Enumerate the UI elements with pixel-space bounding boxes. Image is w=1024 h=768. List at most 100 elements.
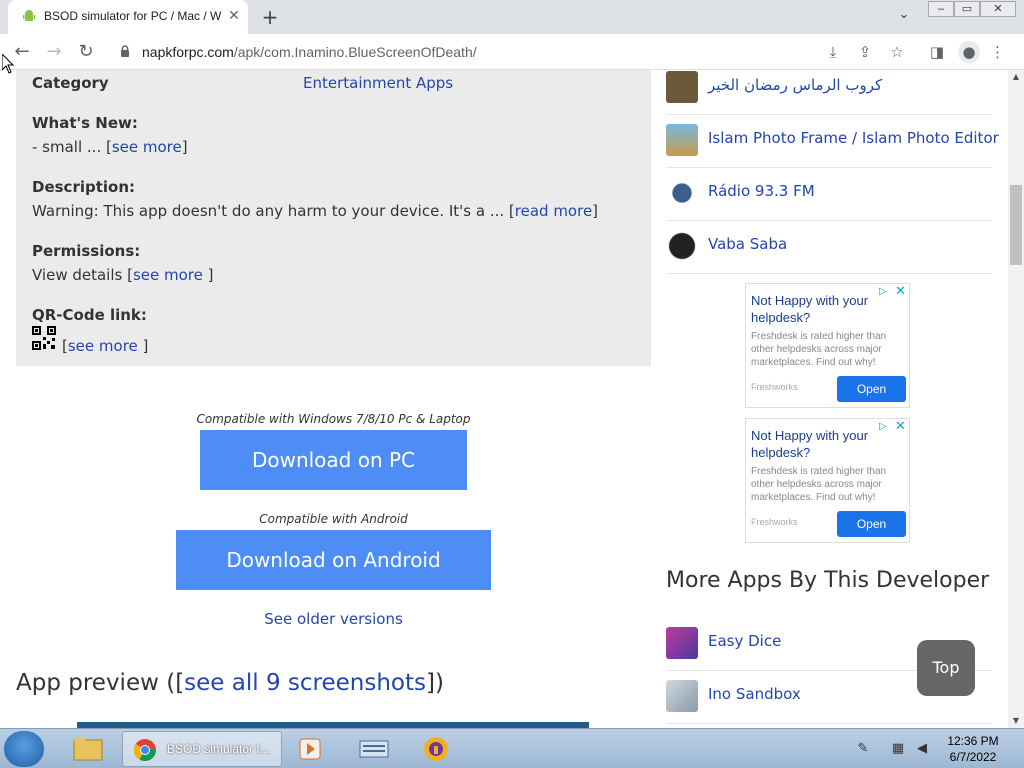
more-apps-heading: More Apps By This Developer <box>666 568 990 593</box>
related-app-name: Vaba Saba <box>708 235 788 253</box>
address-bar[interactable]: napkforpc.com/apk/com.Inamino.BlueScreen… <box>110 39 880 65</box>
ad-brand: Freshworks <box>751 382 798 392</box>
page-scrollbar[interactable]: ▲ ▼ <box>1008 70 1024 728</box>
whatsnew-see-more-link[interactable]: see more <box>112 138 182 156</box>
related-app-item[interactable]: كروب الرماس رمضان الخير <box>666 70 992 115</box>
close-window-button[interactable]: ✕ <box>980 1 1016 17</box>
ramadan-icon <box>666 71 698 103</box>
share-icon[interactable]: ⇪ <box>854 41 876 63</box>
sandbox-icon <box>666 680 698 712</box>
ad-headline: Not Happy with your helpdesk? <box>751 293 869 325</box>
forward-icon[interactable]: → <box>42 40 66 64</box>
ad-banner[interactable]: ▷ ✕ Not Happy with your helpdesk? Freshd… <box>745 283 910 408</box>
windows-taskbar: BSOD simulator f... ✎ ▦ ◀ 12:36 PM 6/7/2… <box>0 728 1024 768</box>
taskbar-clock[interactable]: 12:36 PM 6/7/2022 <box>940 733 1006 765</box>
android-compat-note: Compatible with Android <box>259 512 408 526</box>
qr-text: [see more ] <box>62 337 148 355</box>
reload-icon[interactable]: ↻ <box>74 40 98 64</box>
download-pc-button[interactable]: Download on PC <box>200 430 467 490</box>
scroll-up-icon[interactable]: ▲ <box>1008 70 1024 84</box>
permissions-see-more-link[interactable]: see more <box>133 266 208 284</box>
description-prefix: Warning: This app doesn't do any harm to… <box>32 202 515 220</box>
see-all-screenshots-link[interactable]: see all 9 screenshots <box>184 670 426 696</box>
maximize-button[interactable]: ▭ <box>954 1 980 17</box>
ad-open-button[interactable]: Open <box>837 511 906 537</box>
whatsnew-label: What's New: <box>32 114 138 132</box>
url-host: napkforpc.com <box>142 44 234 60</box>
whatsnew-text: - small ... [see more] <box>32 138 188 156</box>
browser-toolbar: ← → ↻ napkforpc.com/apk/com.Inamino.Blue… <box>0 34 1024 70</box>
scroll-top-button[interactable]: Top <box>917 640 975 696</box>
install-icon[interactable]: ⤓ <box>822 41 844 63</box>
start-button[interactable] <box>4 731 44 767</box>
mosque-icon <box>666 124 698 156</box>
category-link[interactable]: Entertainment Apps <box>303 74 453 92</box>
url-text: napkforpc.com/apk/com.Inamino.BlueScreen… <box>142 44 477 60</box>
ad-brand: Freshworks <box>751 517 798 527</box>
ad-body: Freshdesk is rated higher than other hel… <box>751 331 887 368</box>
qr-see-more-link[interactable]: see more <box>68 337 143 355</box>
security-app-icon[interactable] <box>414 731 458 767</box>
developer-app-name: Easy Dice <box>708 632 782 650</box>
related-app-name: Islam Photo Frame / Islam Photo Editor <box>708 129 999 147</box>
permissions-prefix: View details [ <box>32 266 133 284</box>
description-suffix: ] <box>592 202 599 220</box>
qr-label: QR-Code link: <box>32 306 147 324</box>
action-center-icon[interactable]: ✎ <box>848 741 878 757</box>
close-tab-icon[interactable]: ✕ <box>226 8 242 24</box>
permissions-text: View details [see more ] <box>32 266 214 284</box>
url-path: /apk/com.Inamino.BlueScreenOfDeath/ <box>233 44 477 60</box>
bookmark-star-icon[interactable]: ☆ <box>886 41 908 63</box>
qr-code-icon <box>32 326 56 350</box>
app-preview-heading: App preview ([see all 9 screenshots]) <box>16 670 444 696</box>
category-label: Category <box>32 74 109 92</box>
whatsnew-prefix: - small ... [ <box>32 138 112 156</box>
pc-compat-note: Compatible with Windows 7/8/10 Pc & Lapt… <box>196 412 471 426</box>
clock-time: 12:36 PM <box>947 734 999 748</box>
qr-suffix: ] <box>142 337 149 355</box>
scroll-down-icon[interactable]: ▼ <box>1008 714 1024 728</box>
minimize-button[interactable]: ‒ <box>928 1 954 17</box>
ad-open-button[interactable]: Open <box>837 376 906 402</box>
side-panel-icon[interactable]: ◨ <box>926 41 948 63</box>
scroll-thumb[interactable] <box>1010 185 1022 265</box>
chrome-icon <box>134 739 156 761</box>
ad-body: Freshdesk is rated higher than other hel… <box>751 466 887 503</box>
developer-app-name: Ino Sandbox <box>708 685 801 703</box>
ad-close-icon[interactable]: ✕ <box>895 419 906 434</box>
radio-icon <box>666 177 698 209</box>
browser-titlebar: BSOD simulator for PC / Mac / W ✕ + ⌄ ‒ … <box>0 0 1024 34</box>
android-icon <box>23 10 35 21</box>
description-text: Warning: This app doesn't do any harm to… <box>32 202 598 220</box>
description-read-more-link[interactable]: read more <box>515 202 592 220</box>
ad-headline: Not Happy with your helpdesk? <box>751 428 869 460</box>
explorer-icon[interactable] <box>66 731 110 767</box>
browser-tab[interactable]: BSOD simulator for PC / Mac / W ✕ <box>8 0 248 34</box>
ad-close-icon[interactable]: ✕ <box>895 284 906 299</box>
related-app-name: كروب الرماس رمضان الخير <box>708 76 883 94</box>
app-info-box: Category Entertainment Apps What's New: … <box>16 70 651 366</box>
profile-avatar-icon[interactable]: ● <box>958 41 980 63</box>
taskbar-chrome-item[interactable]: BSOD simulator f... <box>122 731 282 767</box>
download-android-button[interactable]: Download on Android <box>176 530 491 590</box>
ad-banner[interactable]: ▷ ✕ Not Happy with your helpdesk? Freshd… <box>745 418 910 543</box>
preview-prefix: App preview ([ <box>16 670 185 696</box>
new-tab-button[interactable]: + <box>258 5 282 29</box>
older-versions-link[interactable]: See older versions <box>176 610 491 628</box>
whatsnew-suffix: ] <box>181 138 188 156</box>
menu-dots-icon[interactable]: ⋮ <box>990 41 1005 63</box>
related-app-item[interactable]: Rádio 93.3 FM <box>666 168 992 221</box>
media-player-icon[interactable] <box>288 731 332 767</box>
related-app-item[interactable]: Vaba Saba <box>666 221 992 274</box>
lock-icon <box>121 45 129 57</box>
mouse-cursor-icon <box>2 54 14 74</box>
network-icon[interactable]: ▦ <box>890 741 906 757</box>
vaba-saba-icon <box>666 230 698 262</box>
volume-icon[interactable]: ◀ <box>914 741 930 757</box>
permissions-label: Permissions: <box>32 242 141 260</box>
description-label: Description: <box>32 178 136 196</box>
tab-title: BSOD simulator for PC / Mac / W <box>44 9 222 23</box>
tab-search-icon[interactable]: ⌄ <box>894 7 914 27</box>
related-app-item[interactable]: Islam Photo Frame / Islam Photo Editor <box>666 115 999 168</box>
keyboard-icon[interactable] <box>352 731 396 767</box>
